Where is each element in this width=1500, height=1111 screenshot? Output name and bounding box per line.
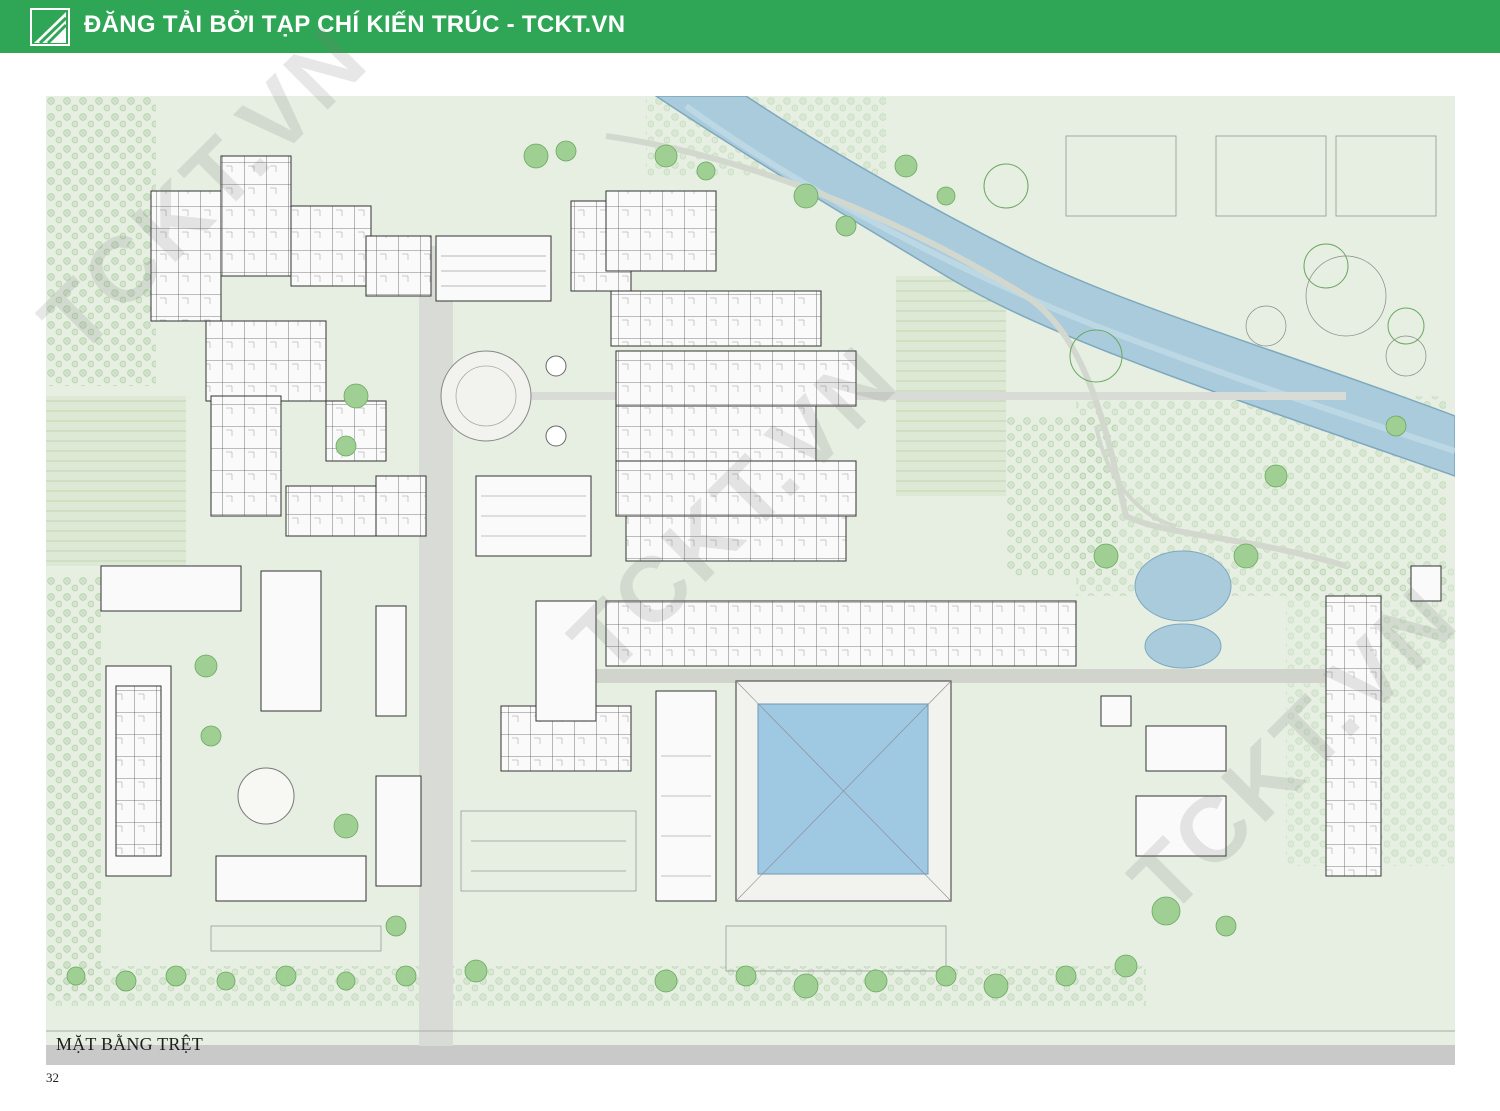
- page-number: 32: [46, 1070, 59, 1085]
- top-banner: ĐĂNG TẢI BỞI TẠP CHÍ KIẾN TRÚC - TCKT.VN: [0, 0, 1500, 53]
- site-plan-drawing: [46, 96, 1455, 1065]
- banner-title: ĐĂNG TẢI BỞI TẠP CHÍ KIẾN TRÚC - TCKT.VN: [84, 11, 626, 38]
- tckt-logo-icon: [30, 8, 70, 46]
- site-plan-svg: [46, 96, 1455, 1065]
- plan-title: MẶT BẰNG TRỆT: [56, 1034, 203, 1054]
